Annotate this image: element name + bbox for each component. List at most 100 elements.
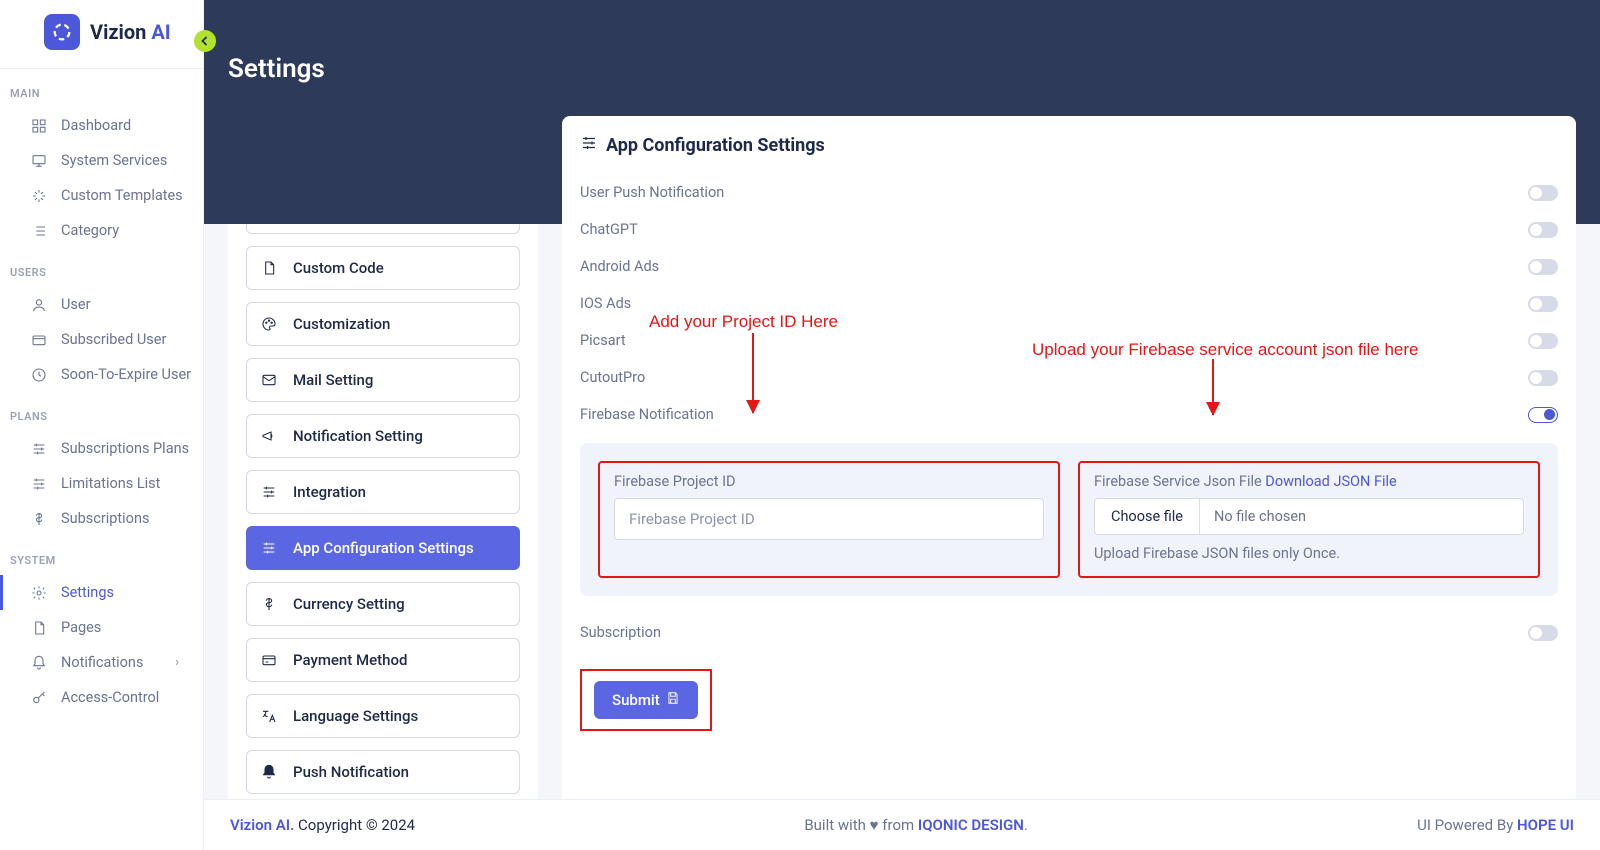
sidebar-item-limitations-list[interactable]: Limitations List <box>0 466 203 501</box>
sidebar-item-label: Pages <box>61 619 101 636</box>
sidebar-item-custom-templates[interactable]: Custom Templates <box>0 178 203 213</box>
settings-tab-label: Currency Setting <box>293 595 405 613</box>
app-config-panel: App Configuration Settings User Push Not… <box>562 116 1576 830</box>
firebase-project-id-input[interactable] <box>614 498 1044 540</box>
toggle-row-chatgpt: ChatGPT <box>580 211 1558 248</box>
settings-tab-label: App Configuration Settings <box>293 539 474 557</box>
mail-icon <box>261 372 277 388</box>
logo-icon <box>44 14 80 50</box>
hopeui-link[interactable]: HOPE UI <box>1517 816 1574 834</box>
settings-tab-push-notification[interactable]: Push Notification <box>246 750 520 794</box>
footer-center: Built with ♥ from IQONIC DESIGN. <box>804 816 1028 834</box>
brand-name: Vizion AI <box>90 20 171 44</box>
sidebar-item-settings[interactable]: Settings <box>0 575 203 610</box>
sidebar-item-label: Subscriptions <box>61 510 149 527</box>
sidebar-item-soon-to-expire-user[interactable]: Soon-To-Expire User <box>0 357 203 392</box>
toggle-user-push-notification[interactable] <box>1528 185 1558 201</box>
sliders-icon <box>261 484 277 500</box>
subscription-toggle[interactable] <box>1528 625 1558 641</box>
sidebar-item-label: Soon-To-Expire User <box>61 366 191 383</box>
main-area: Settings GeneralMisc SettingsCustom Code… <box>204 0 1600 850</box>
firebase-project-id-label: Firebase Project ID <box>614 473 1044 490</box>
sliders-icon <box>580 134 598 156</box>
submit-button[interactable]: Submit <box>594 681 698 719</box>
bell-fill-icon <box>261 764 277 780</box>
sidebar-item-user[interactable]: User <box>0 287 203 322</box>
settings-tab-label: Push Notification <box>293 763 409 781</box>
save-icon <box>666 691 680 709</box>
toggle-label: User Push Notification <box>580 184 724 201</box>
firebase-settings-box: Firebase Project ID Firebase Service Jso… <box>580 443 1558 596</box>
sidebar-item-label: Limitations List <box>61 475 160 492</box>
toggle-chatgpt[interactable] <box>1528 222 1558 238</box>
settings-tab-label: Language Settings <box>293 707 418 725</box>
firebase-json-file-input[interactable]: Choose file No file chosen <box>1094 498 1524 535</box>
settings-tab-label: Integration <box>293 483 366 501</box>
sidebar-item-label: Subscriptions Plans <box>61 440 189 457</box>
firebase-json-label: Firebase Service Json File Download JSON… <box>1094 473 1524 490</box>
settings-tab-integration[interactable]: Integration <box>246 470 520 514</box>
toggle-label: ChatGPT <box>580 221 638 238</box>
monitor-icon <box>31 153 47 169</box>
toggle-row-firebase-notification: Firebase Notification <box>580 396 1558 433</box>
settings-tab-currency-setting[interactable]: Currency Setting <box>246 582 520 626</box>
sidebar-item-subscriptions[interactable]: Subscriptions <box>0 501 203 536</box>
footer-right: UI Powered By HOPE UI <box>1417 816 1574 834</box>
toggle-android-ads[interactable] <box>1528 259 1558 275</box>
choose-file-button[interactable]: Choose file <box>1095 499 1200 534</box>
dollar-icon <box>31 511 47 527</box>
settings-tab-app-configuration-settings[interactable]: App Configuration Settings <box>246 526 520 570</box>
settings-tab-label: Custom Code <box>293 259 384 277</box>
sidebar-item-notifications[interactable]: Notifications› <box>0 645 203 680</box>
sidebar-item-dashboard[interactable]: Dashboard <box>0 108 203 143</box>
megaphone-icon <box>261 428 277 444</box>
toggle-row-ios-ads: IOS Ads <box>580 285 1558 322</box>
settings-tab-customization[interactable]: Customization <box>246 302 520 346</box>
sidebar-item-subscribed-user[interactable]: Subscribed User <box>0 322 203 357</box>
settings-tab-mail-setting[interactable]: Mail Setting <box>246 358 520 402</box>
key-icon <box>31 690 47 706</box>
sidebar-item-system-services[interactable]: System Services <box>0 143 203 178</box>
sidebar-item-label: Access-Control <box>61 689 159 706</box>
footer-left: Vizion AI. Copyright © 2024 <box>230 816 415 834</box>
sidebar-item-category[interactable]: Category <box>0 213 203 248</box>
iqonic-link[interactable]: IQONIC DESIGN <box>918 816 1024 834</box>
toggle-label: Firebase Notification <box>580 406 714 423</box>
sidebar-collapse-button[interactable] <box>194 30 216 52</box>
sidebar-item-pages[interactable]: Pages <box>0 610 203 645</box>
toggle-row-android-ads: Android Ads <box>580 248 1558 285</box>
page-title: Settings <box>228 0 1600 84</box>
creditcard-icon <box>261 652 277 668</box>
toggle-cutoutpro[interactable] <box>1528 370 1558 386</box>
settings-tab-language-settings[interactable]: Language Settings <box>246 694 520 738</box>
dollar-icon <box>261 596 277 612</box>
toggle-picsart[interactable] <box>1528 333 1558 349</box>
download-json-link[interactable]: Download JSON File <box>1265 473 1396 490</box>
footer: Vizion AI. Copyright © 2024 Built with ♥… <box>204 799 1600 850</box>
section-label: PLANS <box>0 392 203 431</box>
sliders-icon <box>31 441 47 457</box>
settings-tab-label: Notification Setting <box>293 427 423 445</box>
toggle-firebase-notification[interactable] <box>1528 407 1558 423</box>
settings-tab-notification-setting[interactable]: Notification Setting <box>246 414 520 458</box>
sidebar-item-label: Dashboard <box>61 117 131 134</box>
sidebar-item-subscriptions-plans[interactable]: Subscriptions Plans <box>0 431 203 466</box>
file-icon <box>261 260 277 276</box>
sidebar: Vizion AI MAINDashboardSystem ServicesCu… <box>0 0 204 850</box>
settings-tab-payment-method[interactable]: Payment Method <box>246 638 520 682</box>
firebase-json-group: Firebase Service Json File Download JSON… <box>1078 461 1540 578</box>
toggle-ios-ads[interactable] <box>1528 296 1558 312</box>
gear-icon <box>31 585 47 601</box>
grid-icon <box>31 118 47 134</box>
card-icon <box>31 332 47 348</box>
sidebar-item-label: Subscribed User <box>61 331 166 348</box>
firebase-json-hint: Upload Firebase JSON files only Once. <box>1094 545 1524 562</box>
sliders-icon <box>31 476 47 492</box>
sidebar-item-access-control[interactable]: Access-Control <box>0 680 203 715</box>
toggle-label: CutoutPro <box>580 369 645 386</box>
settings-tab-custom-code[interactable]: Custom Code <box>246 246 520 290</box>
sidebar-item-label: System Services <box>61 152 167 169</box>
file-chosen-text: No file chosen <box>1200 499 1320 534</box>
toggle-row-subscription: Subscription <box>580 614 1558 651</box>
settings-tab-label: Mail Setting <box>293 371 373 389</box>
